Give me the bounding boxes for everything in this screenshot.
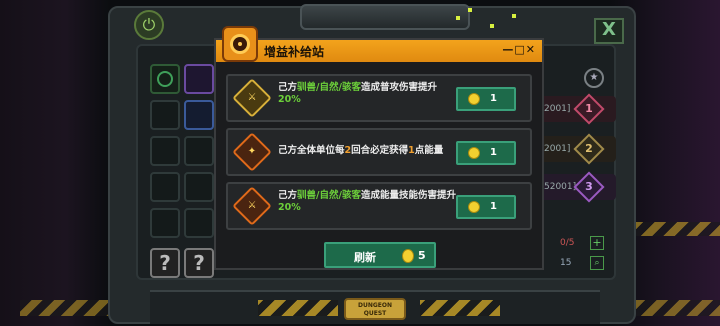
inventory-slot[interactable] <box>150 172 180 202</box>
sword-buff-icon: ⚔ <box>232 78 272 118</box>
coin-icon <box>468 201 480 213</box>
offer-text-segment: 己方全体单位每 <box>278 145 345 156</box>
hazard-stripe <box>258 300 338 316</box>
potion-slot[interactable] <box>184 64 214 94</box>
supply-station-icon <box>222 26 258 62</box>
count-value: 15 <box>560 258 572 268</box>
offer-text-segment: 驯兽/自然/骇客 <box>297 190 361 201</box>
unknown-slot[interactable]: ? <box>150 248 180 278</box>
offer-text-segment: 1 <box>408 145 415 156</box>
hazard-stripe-right-upper <box>635 222 720 236</box>
price-label: 1 <box>490 201 497 212</box>
offer-text-segment: 造成能量技能伤害提升 <box>360 190 456 201</box>
add-icon[interactable]: + <box>590 236 604 250</box>
energy-crystal-icon: ✦ <box>232 132 272 172</box>
buff-offer-card: ✦ 己方全体单位每2回合必定获得1点能量 1 <box>226 128 532 176</box>
buff-offer-card: ⚔ 己方驯兽/自然/骇客造成普攻伤害提升 20% 1 <box>226 74 532 122</box>
bars-item-slot[interactable] <box>184 100 214 130</box>
buy-button[interactable]: 1 <box>456 195 516 219</box>
offer-text-segment: 点能量 <box>414 145 444 156</box>
search-icon[interactable]: ⌕ <box>590 256 604 270</box>
dialog-header: 增益补给站 —□✕ <box>216 40 542 62</box>
refresh-label: 刷新 <box>354 251 376 264</box>
refresh-button[interactable]: 刷新 5 <box>324 242 436 268</box>
offer-description: 己方驯兽/自然/骇客造成普攻伤害提升 20% <box>278 82 456 106</box>
inventory-slot[interactable] <box>150 136 180 166</box>
hazard-stripe <box>420 300 500 316</box>
offer-text-segment: 20% <box>278 94 301 105</box>
skill-sword-icon: ⚔ <box>232 186 272 226</box>
skill-slot-target[interactable] <box>150 64 180 94</box>
left-backdrop <box>0 0 110 326</box>
sparkle <box>468 8 472 12</box>
close-panel-button[interactable]: X <box>594 18 624 44</box>
refresh-price: 5 <box>418 249 426 262</box>
window-controls[interactable]: —□✕ <box>502 43 536 56</box>
inventory-slot[interactable] <box>150 100 180 130</box>
dungeon-quest-logo: DUNGEON QUEST <box>344 298 406 320</box>
dialog-title: 增益补给站 <box>264 45 325 59</box>
buff-supply-dialog: 增益补给站 —□✕ ⚔ 己方驯兽/自然/骇客造成普攻伤害提升20% 1 ✦ 己方… <box>214 26 544 270</box>
offer-text-segment: 己方 <box>278 190 298 201</box>
unknown-slot[interactable]: ? <box>184 248 214 278</box>
buff-offer-card: ⚔ 己方驯兽/自然/骇客造成能量技能伤害提升 20% 1 <box>226 182 532 230</box>
sparkle <box>512 14 516 18</box>
offer-text-segment: 驯兽/自然/骇客 <box>297 82 361 93</box>
coin-icon <box>402 249 414 263</box>
price-label: 1 <box>490 93 497 104</box>
offer-text-segment: 20% <box>278 202 301 213</box>
trophy-icon[interactable]: ★ <box>584 68 604 88</box>
offer-text-segment: 回合必定获得 <box>351 145 409 156</box>
inventory-slot[interactable] <box>150 208 180 238</box>
sparkle <box>490 24 494 28</box>
game-scene: ⏻ X ? ? ★ 2001] 2001] 52001] 1 2 3 0/5 1… <box>0 0 720 326</box>
inventory-slot[interactable] <box>184 172 214 202</box>
power-button[interactable]: ⏻ <box>134 10 164 40</box>
offer-description: 己方驯兽/自然/骇客造成能量技能伤害提升 20% <box>278 190 456 214</box>
offer-description: 己方全体单位每2回合必定获得1点能量 <box>278 145 456 157</box>
top-machinery <box>300 4 470 30</box>
offer-text-segment: 造成普攻伤害提升 <box>360 82 437 93</box>
inventory-slot[interactable] <box>184 136 214 166</box>
energy-counter: 0/5 <box>560 238 575 248</box>
coin-icon <box>468 93 480 105</box>
price-label: 1 <box>490 147 497 158</box>
sparkle <box>456 16 460 20</box>
inventory-slot[interactable] <box>184 208 214 238</box>
coin-icon <box>468 147 480 159</box>
buy-button[interactable]: 1 <box>456 87 516 111</box>
offer-text-segment: 己方 <box>278 82 298 93</box>
buy-button[interactable]: 1 <box>456 141 516 165</box>
